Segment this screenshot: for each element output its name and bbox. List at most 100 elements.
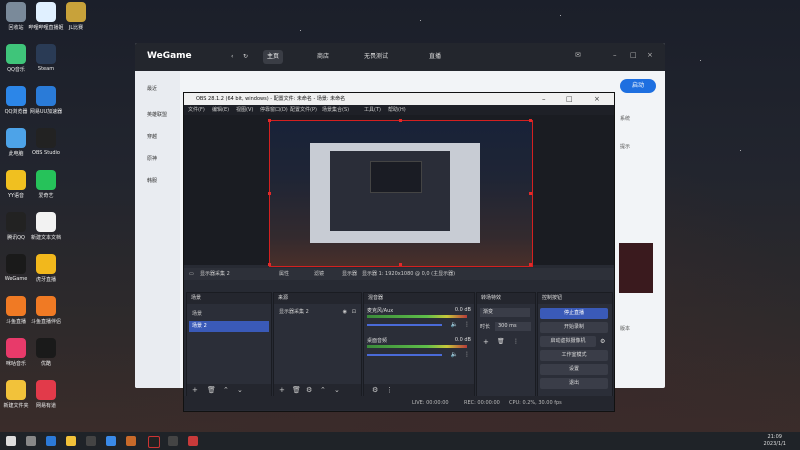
tab-store[interactable]: 商店 — [313, 50, 333, 64]
eye-icon[interactable]: ◉ — [343, 307, 347, 318]
scene-item[interactable]: 场景 — [189, 309, 269, 320]
folder-icon[interactable] — [66, 436, 76, 446]
menu-docks[interactable]: 停靠窗口(D) — [260, 105, 288, 115]
menu-tools[interactable]: 工具(T) — [364, 105, 381, 115]
stop-streaming-button[interactable]: 停止直播 — [540, 308, 608, 319]
mail-icon[interactable]: ✉ — [575, 51, 581, 59]
add-icon[interactable]: + — [192, 384, 198, 396]
delete-icon[interactable]: 🗑 — [497, 338, 505, 345]
menu-icon[interactable]: ⋮ — [513, 338, 519, 345]
desktop-icon[interactable]: 斗鱼直播伴侣 — [26, 296, 66, 325]
down-icon[interactable]: ⌄ — [237, 384, 243, 396]
up-icon[interactable]: ⌃ — [223, 384, 229, 396]
app-icon[interactable] — [106, 436, 116, 446]
app-icon[interactable] — [188, 436, 198, 446]
delete-icon[interactable]: 🗑 — [292, 384, 301, 396]
desktop-icon[interactable]: JL比赛 — [56, 2, 96, 31]
app-icon — [36, 254, 56, 274]
display-select[interactable]: 显示器 1: 1920x1080 @ 0,0 (主显示器) — [362, 268, 455, 280]
desktop-icon[interactable]: Steam — [26, 44, 66, 72]
minimize-icon[interactable]: – — [613, 51, 617, 59]
launch-button[interactable]: 启动 — [620, 79, 656, 93]
volume-slider[interactable] — [367, 354, 442, 356]
desktop-icon[interactable]: 网易有道 — [26, 380, 66, 409]
add-icon[interactable]: + — [483, 338, 489, 346]
close-icon[interactable]: × — [594, 93, 600, 105]
app-icon[interactable] — [126, 436, 136, 446]
down-icon[interactable]: ⌄ — [334, 384, 340, 396]
desktop-icon[interactable]: 虎牙直播 — [26, 254, 66, 283]
sidebar-item[interactable]: 原神 — [147, 155, 157, 162]
settings-button[interactable]: 设置 — [540, 364, 608, 375]
nav-back-icon[interactable]: ‹ — [227, 50, 237, 64]
delete-icon[interactable]: 🗑 — [207, 384, 216, 396]
speaker-icon[interactable]: 🔈 — [451, 351, 458, 358]
desktop-icon[interactable]: 新建文本文档 — [26, 212, 66, 241]
gear-icon[interactable]: ⋮ — [464, 321, 470, 328]
maximize-icon[interactable]: □ — [630, 51, 637, 59]
menu-file[interactable]: 文件(F) — [188, 105, 205, 115]
desktop-icon[interactable]: 网易UU加速器 — [26, 86, 66, 115]
properties-button[interactable]: 属性 — [279, 268, 289, 280]
tab-live[interactable]: 直播 — [425, 50, 445, 64]
desktop-icon[interactable]: 爱奇艺 — [26, 170, 66, 199]
speaker-icon[interactable]: 🔈 — [451, 321, 458, 328]
desktop-icon-label: JL比赛 — [68, 25, 84, 31]
wegame-taskbar-icon[interactable] — [168, 436, 178, 446]
up-icon[interactable]: ⌃ — [320, 384, 326, 396]
virtual-camera-button[interactable]: 启动虚拟摄像机 — [540, 336, 596, 347]
refresh-icon[interactable]: ↻ — [239, 50, 252, 64]
volume-slider[interactable] — [367, 324, 442, 326]
resize-handle[interactable] — [268, 192, 271, 195]
resize-handle[interactable] — [399, 263, 402, 266]
add-icon[interactable]: + — [279, 384, 285, 396]
tab-test[interactable]: 无畏测试 — [360, 50, 392, 64]
menu-help[interactable]: 帮助(H) — [388, 105, 406, 115]
close-icon[interactable]: × — [647, 51, 653, 59]
studio-mode-button[interactable]: 工作室模式 — [540, 350, 608, 361]
clock[interactable]: 21:09 2023/1/1 — [764, 434, 786, 448]
gear-icon[interactable]: ⋮ — [464, 351, 470, 358]
menu-view[interactable]: 视图(V) — [236, 105, 253, 115]
resize-handle[interactable] — [399, 119, 402, 122]
start-icon[interactable] — [6, 436, 16, 446]
app-icon[interactable] — [86, 436, 96, 446]
menu-icon[interactable]: ⋮ — [386, 384, 393, 396]
menu-scene-collection[interactable]: 场景集合(S) — [322, 105, 349, 115]
minimize-icon[interactable]: – — [542, 93, 546, 105]
menu-edit[interactable]: 编辑(E) — [212, 105, 229, 115]
transition-select[interactable]: 渐变 — [480, 308, 530, 317]
advanced-audio-icon[interactable]: ⚙ — [372, 384, 378, 396]
scene-item[interactable]: 场景 2 — [189, 321, 269, 332]
desktop-icon[interactable]: OBS Studio — [26, 128, 66, 156]
tab-home[interactable]: 主页 — [263, 50, 284, 64]
sidebar-item[interactable]: 最近 — [147, 85, 157, 92]
preview-canvas[interactable] — [268, 119, 533, 267]
gear-icon[interactable]: ⚙ — [600, 336, 605, 347]
sidebar-item[interactable]: 穿越 — [147, 133, 157, 140]
filters-button[interactable]: 滤镜 — [314, 268, 324, 280]
maximize-icon[interactable]: □ — [566, 93, 573, 105]
resize-handle[interactable] — [268, 263, 271, 266]
sidebar-item[interactable]: 韩服 — [147, 177, 157, 184]
monitor-icon: ▭ — [189, 271, 194, 277]
edge-icon[interactable] — [46, 436, 56, 446]
start-recording-button[interactable]: 开始录制 — [540, 322, 608, 333]
exit-button[interactable]: 退出 — [540, 378, 608, 389]
game-banner[interactable] — [619, 243, 653, 293]
obs-taskbar-icon[interactable] — [148, 436, 160, 448]
resize-handle[interactable] — [529, 192, 532, 195]
duration-input[interactable]: 300 ms — [495, 322, 531, 331]
preview-area[interactable] — [184, 115, 614, 267]
sidebar-item[interactable]: 英雄联盟 — [147, 111, 167, 118]
gear-icon[interactable]: ⚙ — [306, 384, 312, 396]
resize-handle[interactable] — [268, 119, 271, 122]
resize-handle[interactable] — [529, 119, 532, 122]
menu-profile[interactable]: 配置文件(P) — [290, 105, 317, 115]
desktop-icon[interactable]: 优酷 — [26, 338, 66, 367]
source-item[interactable]: 显示器采集 2 ◉ ⊡ — [276, 307, 359, 318]
lock-icon[interactable]: ⊡ — [352, 307, 356, 318]
resize-handle[interactable] — [529, 263, 532, 266]
search-icon[interactable] — [26, 436, 36, 446]
duration-label: 时长 — [480, 324, 491, 330]
